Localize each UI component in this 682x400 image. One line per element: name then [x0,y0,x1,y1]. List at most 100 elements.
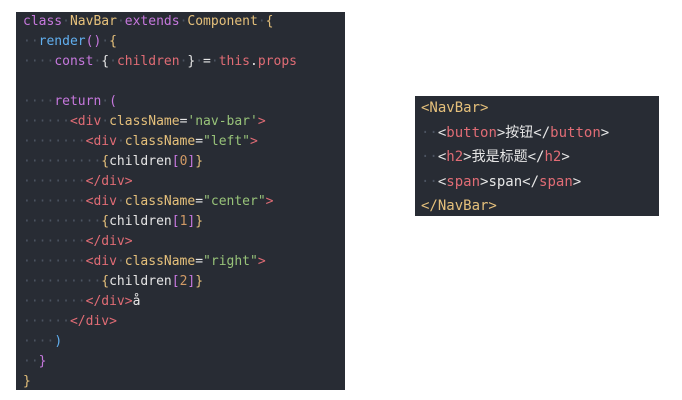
code-token: children [109,214,172,229]
code-token: > [600,124,610,141]
code-token: { [101,274,110,289]
code-line: ··<h2>我是标题</h2> [421,145,659,170]
code-line: ········<div·className="right"> [23,252,345,272]
indent-guide: ········ [23,294,86,309]
code-token: button [446,124,497,141]
code-line: ········</div>å [23,292,345,312]
code-token: = [195,134,204,149]
code-token: children [116,54,180,69]
indent-guide: · [101,94,110,109]
indent-guide: ·········· [23,214,102,229]
code-token: > [265,194,274,209]
indent-guide: · [116,134,125,149]
code-token: { [109,34,117,49]
class-code-snippet: class·NavBar·extends·Component·{··render… [16,12,345,390]
code-line: ····) [23,332,345,352]
indent-guide: ·········· [23,274,102,289]
indent-guide: ········ [23,254,86,269]
code-token: span [446,173,481,190]
code-token: <div [85,134,117,149]
indent-guide: ········ [23,134,86,149]
code-token: h2 [544,149,562,165]
indent-guide: · [116,194,125,209]
code-token: className [109,114,180,129]
code-token: <div [85,194,117,209]
indent-guide: ···· [23,94,55,109]
code-line: ······</div> [23,312,345,332]
code-line: ····const·{·children·}·=·this.props [23,52,345,72]
code-token: { [101,54,110,69]
code-token: } [195,274,204,289]
code-token: > [250,134,258,149]
code-token: this [218,54,251,69]
code-line: ··render()·{ [23,32,345,52]
code-token: } [195,214,204,229]
code-line: } [23,372,345,392]
code-token: [ [171,274,180,289]
code-line: </NavBar> [421,194,659,219]
code-token: </NavBar> [421,198,497,214]
code-token: </div> [85,294,133,309]
code-token: children [109,154,172,169]
code-token: "left" [203,134,251,149]
indent-guide: ·· [421,149,438,165]
usage-code-snippet: <NavBar> ··<button>按钮</button> ··<h2>我是标题<… [415,96,659,216]
code-token: >我是标题</ [463,149,545,165]
code-token: render [38,34,86,49]
code-token: > [257,254,266,269]
indent-guide: ···· [23,54,55,69]
code-token: "right" [203,254,258,269]
code-token: Component [187,14,258,29]
code-token: = [195,194,204,209]
code-line: <NavBar> [421,96,659,121]
code-token: } [38,354,47,369]
code-line: class·NavBar·extends·Component·{ [23,12,345,32]
indent-guide: ······ [23,114,70,129]
code-token: [ [171,214,180,229]
code-token: "center" [203,194,266,209]
code-token: </div> [69,314,117,329]
indent-guide: ········ [23,174,86,189]
code-token: [ [171,154,180,169]
code-token: { [101,214,110,229]
code-token: const [54,54,94,69]
code-token: = [195,254,204,269]
code-token: props [257,54,297,69]
code-line: ··········{children[0]} [23,152,345,172]
indent-guide: ········ [23,234,86,249]
indent-guide: ···· [23,334,55,349]
indent-guide: · [257,14,266,29]
code-line: ··········{children[2]} [23,272,345,292]
code-token: </div> [85,234,133,249]
code-token: h2 [446,149,464,165]
code-token: 'nav-bar' [187,114,258,129]
code-token: = [203,54,211,69]
code-token: extends [124,14,180,29]
code-token: <div [69,114,102,129]
code-token: button [550,124,601,141]
indent-guide: · [109,54,117,69]
indent-guide: ······ [23,314,70,329]
code-token: >span</ [480,173,540,190]
code-line: ······<div·className='nav-bar'> [23,112,345,132]
indent-guide: ·· [23,34,39,49]
indent-guide: · [101,34,110,49]
indent-guide: · [195,54,204,69]
code-token: return [54,94,102,109]
code-line: ··········{children[1]} [23,212,345,232]
code-token: . [250,54,258,69]
code-token: >按钮</ [496,124,551,141]
code-line: ········</div> [23,232,345,252]
indent-guide: · [116,254,125,269]
code-token: } [23,374,31,389]
indent-guide: ·········· [23,154,102,169]
code-token: class [23,14,63,29]
code-token: { [265,14,274,29]
code-line: ··<span>span</span> [421,170,659,195]
code-token: å [132,294,141,309]
code-token: > [257,114,266,129]
code-line: ········</div> [23,172,345,192]
code-token: > [572,173,582,190]
code-token: } [195,154,204,169]
